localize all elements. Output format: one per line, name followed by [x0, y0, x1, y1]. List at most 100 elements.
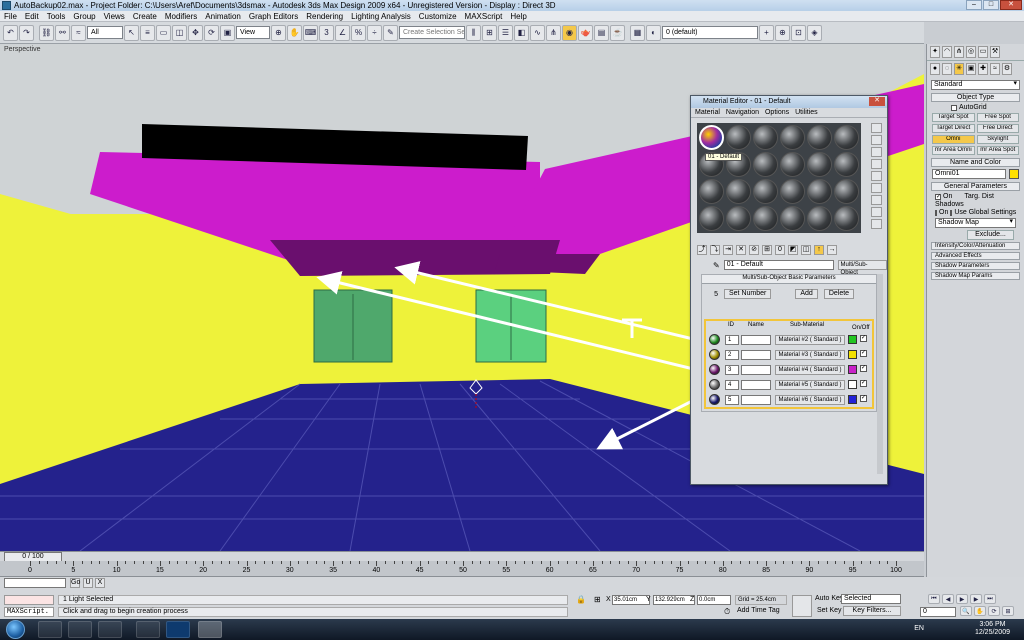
minimize-icon[interactable]: –: [966, 0, 982, 10]
angle-snap-icon[interactable]: ∠: [335, 24, 350, 41]
name-field[interactable]: [741, 395, 771, 405]
sub-material-button[interactable]: Material #5 ( Standard ): [775, 380, 845, 390]
current-frame-field[interactable]: 0: [920, 607, 956, 617]
pick-material-icon[interactable]: ✎: [713, 261, 720, 270]
sub-material-button[interactable]: Material #3 ( Standard ): [775, 350, 845, 360]
align-icon[interactable]: ⊞: [482, 24, 497, 41]
sample-slot[interactable]: [699, 206, 724, 231]
modify-tab-icon[interactable]: ◠: [942, 46, 952, 58]
assign-to-selection-icon[interactable]: ⇥: [723, 245, 733, 255]
sub-material-color-swatch[interactable]: [848, 395, 857, 404]
on-off-checkbox[interactable]: ✓: [860, 335, 867, 342]
menu-item-group[interactable]: Group: [69, 11, 99, 22]
exclude-button[interactable]: Exclude...: [967, 230, 1014, 240]
sample-slot[interactable]: [807, 125, 832, 150]
light-button-target-spot[interactable]: Target Spot: [932, 113, 975, 122]
select-by-material-icon[interactable]: [871, 207, 882, 217]
window-crossing-icon[interactable]: ◫: [172, 24, 187, 41]
manipulate-icon[interactable]: ✋: [287, 24, 302, 41]
set-key-toggle-icon[interactable]: [792, 595, 812, 617]
set-current-layer-icon[interactable]: ◈: [807, 24, 822, 41]
name-field[interactable]: [741, 380, 771, 390]
rotate-icon[interactable]: ⟳: [204, 24, 219, 41]
go-forward-sibling-icon[interactable]: →: [827, 245, 837, 255]
light-button-mr-area-omni[interactable]: mr Area Omni: [932, 146, 975, 155]
start-button-icon[interactable]: [6, 620, 25, 639]
explorer-icon[interactable]: [68, 621, 92, 638]
zoom-icon[interactable]: 🔍: [960, 606, 972, 616]
u-button[interactable]: U: [83, 578, 93, 588]
go-to-end-icon[interactable]: ⏭: [984, 594, 996, 604]
sub-material-color-swatch[interactable]: [848, 350, 857, 359]
add-to-layer-icon[interactable]: ⊕: [775, 24, 790, 41]
edit-named-selection-icon[interactable]: ✎: [383, 24, 398, 41]
display-tab-icon[interactable]: ▭: [978, 46, 988, 58]
id-column-header[interactable]: ID: [728, 322, 734, 328]
layers-icon[interactable]: ▦: [630, 24, 645, 41]
play-icon[interactable]: ▶: [956, 594, 968, 604]
material-editor-icon[interactable]: ◉: [562, 24, 577, 41]
name-field[interactable]: [741, 350, 771, 360]
x-button[interactable]: X: [95, 578, 105, 588]
material-type-button[interactable]: Multi/Sub-Object: [837, 260, 887, 276]
menu-item-views[interactable]: Views: [100, 11, 129, 22]
pan-icon[interactable]: ✋: [974, 606, 986, 616]
selection-region-icon[interactable]: ▭: [156, 24, 171, 41]
sample-slot[interactable]: [753, 206, 778, 231]
sample-slot[interactable]: [807, 206, 832, 231]
3dsmax-task-icon[interactable]: [198, 621, 222, 638]
light-button-free-direct[interactable]: Free Direct: [976, 124, 1019, 133]
utilities-tab-icon[interactable]: ⚒: [990, 46, 1000, 58]
graphite-icon[interactable]: ◧: [514, 24, 529, 41]
link-icon[interactable]: ⛓: [39, 24, 54, 41]
z-coordinate-field[interactable]: 0.0cm: [697, 595, 731, 605]
name-and-color-rollout[interactable]: Name and Color: [931, 158, 1020, 167]
key-selection-dropdown[interactable]: Selected: [841, 594, 901, 604]
sample-slot[interactable]: [834, 206, 859, 231]
object-type-rollout[interactable]: Object Type: [931, 93, 1020, 102]
sample-slot[interactable]: [807, 152, 832, 177]
pivot-center-icon[interactable]: ⊕: [271, 24, 286, 41]
sub-material-color-swatch[interactable]: [848, 365, 857, 374]
sub-material-color-swatch[interactable]: [848, 335, 857, 344]
delete-button[interactable]: Delete: [823, 289, 855, 299]
previous-frame-icon[interactable]: ◀: [942, 594, 954, 604]
render-setup-icon[interactable]: 🫖: [578, 24, 593, 41]
photoshop-icon[interactable]: [166, 621, 190, 638]
orbit-icon[interactable]: ⟳: [988, 606, 1000, 616]
put-to-library-icon[interactable]: ⊞: [762, 245, 772, 255]
me-menu-navigation[interactable]: Navigation: [726, 109, 759, 116]
sub-material-button[interactable]: Material #4 ( Standard ): [775, 365, 845, 375]
select-by-name-icon[interactable]: ≡: [140, 24, 155, 41]
language-indicator[interactable]: EN: [914, 625, 924, 632]
show-end-result-icon[interactable]: ◫: [801, 245, 811, 255]
menu-item-graph-editors[interactable]: Graph Editors: [245, 11, 302, 22]
menu-item-create[interactable]: Create: [129, 11, 161, 22]
redo-icon[interactable]: ↷: [19, 24, 34, 41]
on-off-checkbox[interactable]: ✓: [860, 395, 867, 402]
bind-space-warp-icon[interactable]: ≈: [71, 24, 86, 41]
percent-snap-icon[interactable]: %: [351, 24, 366, 41]
x-coordinate-field[interactable]: 35.01cm: [612, 595, 650, 605]
use-global-checkbox[interactable]: [950, 209, 953, 216]
maximize-viewport-icon[interactable]: ⊞: [1002, 606, 1014, 616]
sub-material-button[interactable]: Material #6 ( Standard ): [775, 395, 845, 405]
sample-uv-tiling-icon[interactable]: [871, 159, 882, 169]
light-button-skylight[interactable]: Skylight: [976, 135, 1019, 144]
me-menu-options[interactable]: Options: [765, 109, 789, 116]
quick-render-icon[interactable]: ☕: [610, 24, 625, 41]
scale-icon[interactable]: ▣: [220, 24, 235, 41]
named-selection-dropdown[interactable]: Create Selection Set: [399, 26, 465, 39]
rollout-intensity-color-attenuation[interactable]: Intensity/Color/Attenuation: [931, 242, 1020, 250]
next-frame-icon[interactable]: ▶: [970, 594, 982, 604]
put-to-scene-icon[interactable]: ⤵: [710, 245, 720, 255]
undo-icon[interactable]: ↶: [3, 24, 18, 41]
y-coordinate-field[interactable]: 132.929cm: [653, 595, 695, 605]
autogrid-checkbox[interactable]: [951, 104, 957, 111]
systems-icon[interactable]: ⚙: [1002, 63, 1012, 75]
maximize-icon[interactable]: □: [983, 0, 999, 10]
menu-item-help[interactable]: Help: [506, 11, 530, 22]
menu-item-tools[interactable]: Tools: [43, 11, 70, 22]
general-parameters-rollout[interactable]: General Parameters: [931, 182, 1020, 191]
sample-slot[interactable]: [726, 206, 751, 231]
